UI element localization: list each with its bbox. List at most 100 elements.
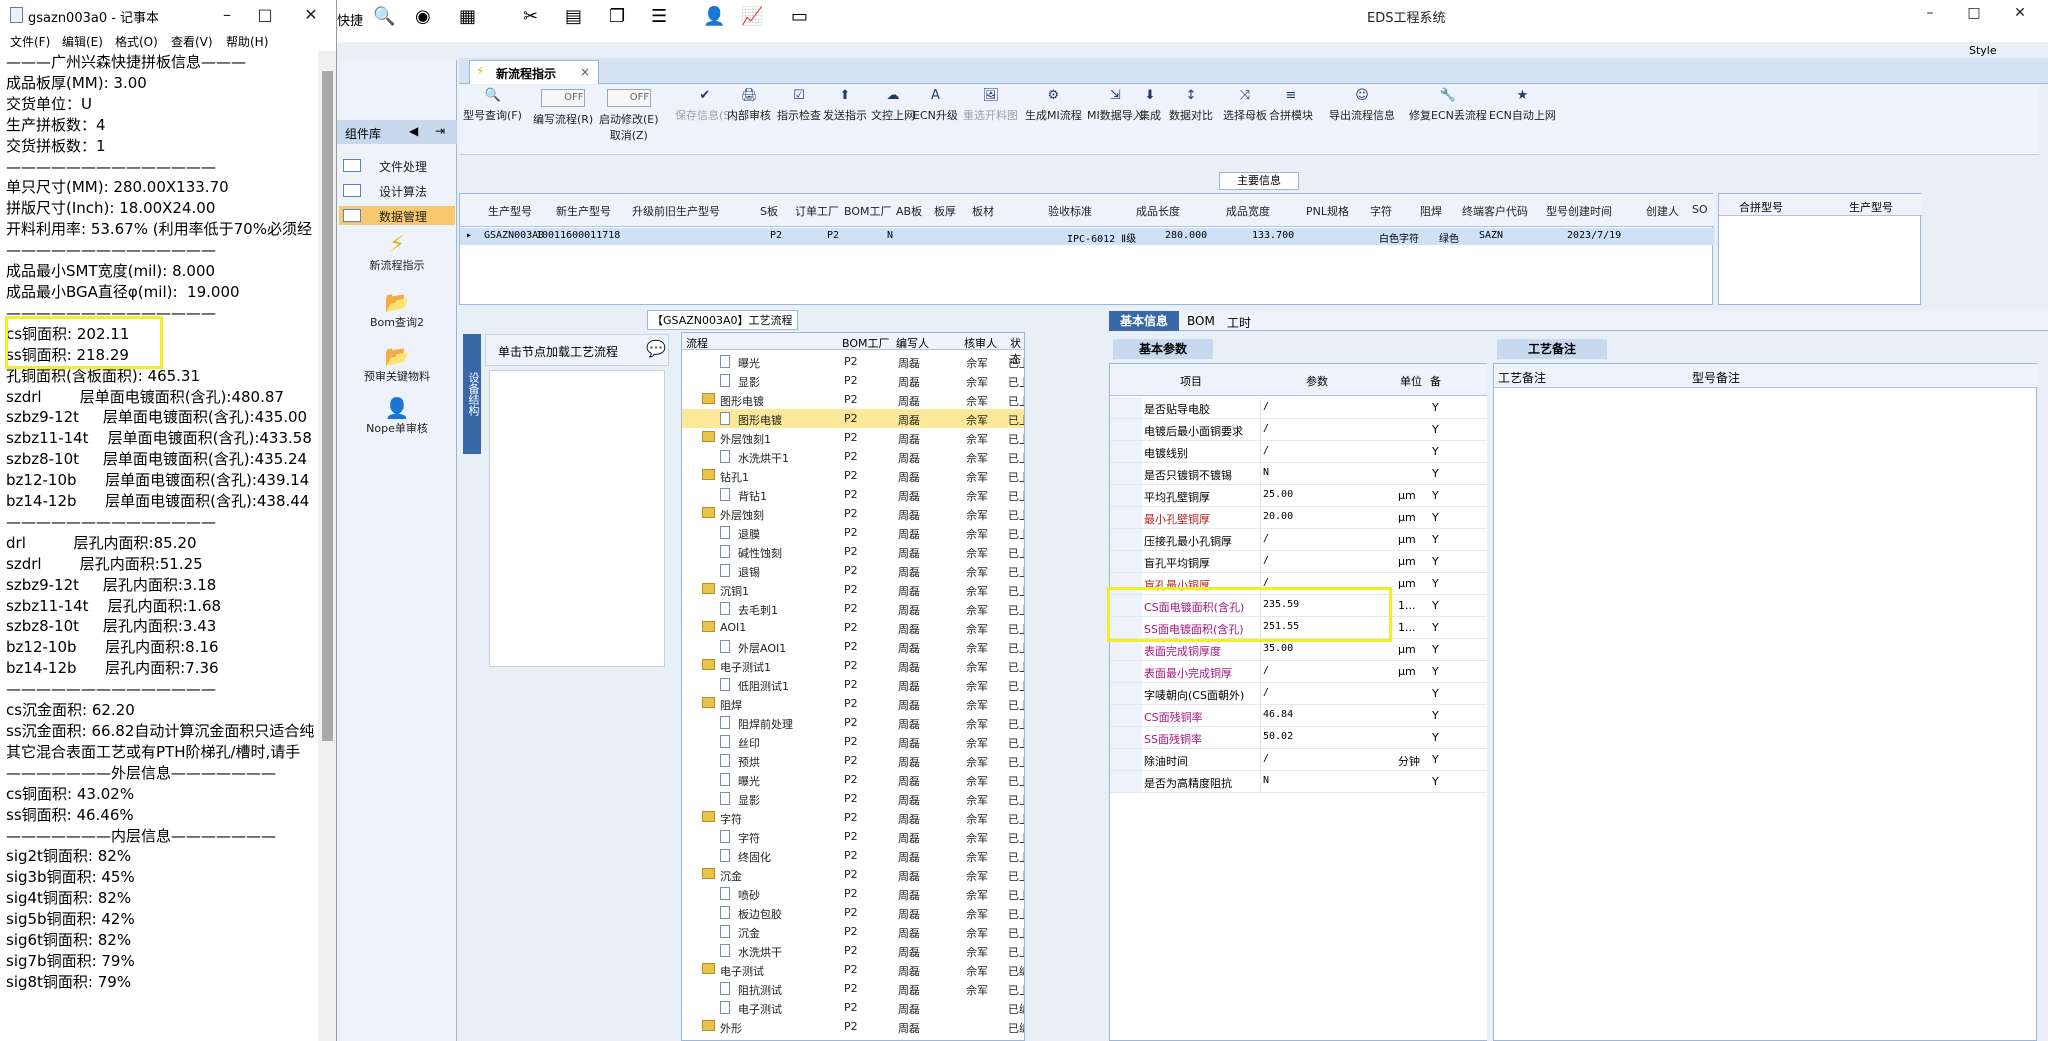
- toolbar-button-0[interactable]: 🔍 型号查询(F): [463, 89, 522, 123]
- tree-node[interactable]: 字符P2周磊佘军已上R: [682, 808, 1024, 827]
- column-header[interactable]: 成品宽度: [1226, 203, 1270, 219]
- film-icon[interactable]: ▤: [565, 6, 582, 27]
- column-header[interactable]: PNL规格: [1306, 203, 1349, 219]
- tree-node[interactable]: 去毛刺1P2周磊佘军已上R: [682, 599, 1024, 618]
- menu-view[interactable]: 查看(V): [171, 33, 213, 50]
- column-header[interactable]: 成品长度: [1136, 203, 1180, 219]
- tab-new-flow[interactable]: ⚡ 新流程指示 ×: [469, 60, 599, 84]
- close-icon[interactable]: ✕: [2005, 2, 2035, 24]
- tree-node[interactable]: 显影P2周磊佘军已上R: [682, 789, 1024, 808]
- tree-node[interactable]: 显影P2周磊佘军已上R: [682, 371, 1024, 390]
- tree-node[interactable]: 外层AOI1P2周磊佘军已上R: [682, 637, 1024, 656]
- column-header[interactable]: 升级前旧生产型号: [632, 203, 720, 219]
- side-tab-equipment[interactable]: 设备结构: [463, 334, 481, 454]
- toolbar-button-6[interactable]: ⬆ 发送指示: [823, 89, 867, 123]
- tree-node[interactable]: 电子测试P2周磊已编S: [682, 998, 1024, 1017]
- tree-node[interactable]: 图形电镀P2周磊佘军已上R: [682, 409, 1024, 428]
- tree-node[interactable]: 沉铜1P2周磊佘军已上R: [682, 580, 1024, 599]
- column-header[interactable]: 终端客户代码: [1462, 203, 1528, 219]
- style-selector[interactable]: Style: [1969, 44, 1997, 57]
- toolbar-button-12[interactable]: ⬇ 集成: [1139, 89, 1161, 123]
- tree-node[interactable]: 曝光P2周磊佘军已上R: [682, 770, 1024, 789]
- tree-node[interactable]: 低阻测试1P2周磊佘军已上R: [682, 675, 1024, 694]
- param-row[interactable]: 盲孔平均铜厚 / μm Y: [1110, 551, 1490, 573]
- nav-design-algorithm[interactable]: 设计算法: [339, 181, 455, 200]
- param-row[interactable]: 电镀后最小面铜要求 / Y: [1110, 419, 1490, 441]
- tree-node[interactable]: 背钻1P2周磊佘军已上R: [682, 485, 1024, 504]
- toggle-switch[interactable]: OFF: [606, 89, 651, 107]
- tree-node[interactable]: 退膜P2周磊佘军已上R: [682, 523, 1024, 542]
- search-icon[interactable]: 🔍: [373, 6, 395, 27]
- scrollbar-thumb[interactable]: [322, 71, 333, 741]
- param-row[interactable]: 平均孔壁铜厚 25.00 μm Y: [1110, 485, 1490, 507]
- toolbar-button-2[interactable]: OFF 启动修改(E) 取消(Z): [599, 89, 659, 143]
- column-header[interactable]: 新生产型号: [556, 203, 611, 219]
- column-header[interactable]: 字符: [1370, 203, 1392, 219]
- scissors-icon[interactable]: ✂: [523, 6, 538, 27]
- toolbar-button-18[interactable]: ★ ECN自动上网: [1489, 89, 1556, 123]
- tree-node[interactable]: 板边包胶P2周磊佘军已上R: [682, 903, 1024, 922]
- tab-bom[interactable]: BOM: [1187, 314, 1215, 328]
- nav-data-management[interactable]: 数据管理: [339, 206, 455, 225]
- tree-node[interactable]: 外层蚀刻1P2周磊佘军已上R: [682, 428, 1024, 447]
- minimize-icon[interactable]: –: [1915, 2, 1945, 24]
- tree-node[interactable]: 水洗烘干P2周磊佘军已上R: [682, 941, 1024, 960]
- tree-node[interactable]: 外形P2周磊已编S: [682, 1017, 1024, 1036]
- column-header[interactable]: S板: [760, 203, 778, 219]
- toolbar-button-3[interactable]: ✔ 保存信息(S): [675, 89, 735, 123]
- param-row[interactable]: 是否为高精度阻抗 N Y: [1110, 771, 1490, 793]
- column-header[interactable]: 型号创建时间: [1546, 203, 1612, 219]
- toolbar-button-7[interactable]: ☁ 文控上网: [871, 89, 915, 123]
- param-row[interactable]: 是否只镀铜不镀锡 N Y: [1110, 463, 1490, 485]
- chevron-left-icon[interactable]: ◀: [409, 124, 418, 138]
- tree-node[interactable]: 丝印P2周磊佘军已上R: [682, 732, 1024, 751]
- column-header[interactable]: 生产型号: [488, 203, 532, 219]
- tree-node[interactable]: 喷砂P2周磊佘军已上R: [682, 884, 1024, 903]
- globe-icon[interactable]: ◉: [415, 6, 431, 27]
- tree-node[interactable]: 电子测试P2周磊佘军已编S: [682, 960, 1024, 979]
- maximize-icon[interactable]: □: [1959, 2, 1989, 24]
- tab-work-hours[interactable]: 工时: [1227, 314, 1251, 331]
- column-header[interactable]: 板材: [972, 203, 994, 219]
- tree-node[interactable]: 字符P2周磊佘军已上R: [682, 827, 1024, 846]
- pin-icon[interactable]: ⇥: [435, 124, 445, 138]
- tree-node[interactable]: 沉金P2周磊佘军已上R: [682, 865, 1024, 884]
- toolbar-button-10[interactable]: ⚙ 生成MI流程: [1025, 89, 1082, 123]
- maximize-icon[interactable]: □: [250, 4, 280, 26]
- menu-help[interactable]: 帮助(H): [226, 33, 268, 50]
- toolbar-button-4[interactable]: 🖨 内部审核: [727, 89, 771, 123]
- toolbar-button-15[interactable]: ≡ 合拼模块: [1269, 89, 1313, 123]
- column-header[interactable]: 验收标准: [1048, 203, 1092, 219]
- param-row[interactable]: 表面最小完成铜厚 / μm Y: [1110, 661, 1490, 683]
- tree-node[interactable]: 沉金P2周磊佘军已上R: [682, 922, 1024, 941]
- toolbar-button-14[interactable]: ⤨ 选择母板: [1223, 89, 1267, 123]
- close-icon[interactable]: ×: [580, 65, 590, 79]
- notepad-scrollbar[interactable]: [318, 51, 336, 1041]
- tree-node[interactable]: 预烘P2周磊佘军已上R: [682, 751, 1024, 770]
- toolbar-button-16[interactable]: ☺ 导出流程信息: [1329, 89, 1395, 123]
- tree-node[interactable]: 终固化P2周磊佘军已上R: [682, 846, 1024, 865]
- param-row[interactable]: 除油时间 / 分钟 Y: [1110, 749, 1490, 771]
- menu-edit[interactable]: 编辑(E): [62, 33, 103, 50]
- toggle-switch[interactable]: OFF: [541, 89, 586, 107]
- tab-basic-info[interactable]: 基本信息: [1109, 311, 1179, 331]
- tool-new-flow[interactable]: ⚡ 新流程指示: [337, 232, 457, 273]
- toolbar-button-13[interactable]: ↕ 数据对比: [1169, 89, 1213, 123]
- param-row[interactable]: SS面残铜率 50.02 Y: [1110, 727, 1490, 749]
- minimize-icon[interactable]: –: [212, 4, 242, 26]
- chart-icon[interactable]: 📈: [741, 6, 763, 27]
- nav-file-processing[interactable]: 文件处理: [339, 156, 455, 175]
- grid-icon[interactable]: ▦: [459, 6, 476, 27]
- param-row[interactable]: 字唛朝向(CS面朝外) / Y: [1110, 683, 1490, 705]
- tree-node[interactable]: 外层蚀刻P2周磊佘军已上R: [682, 504, 1024, 523]
- param-row[interactable]: CS面残铜率 46.84 Y: [1110, 705, 1490, 727]
- param-row[interactable]: 电镀线别 / Y: [1110, 441, 1490, 463]
- param-row[interactable]: 是否贴导电胶 / Y: [1110, 397, 1490, 419]
- toolbar-button-11[interactable]: ⇲ MI数据导入: [1087, 89, 1144, 123]
- menu-file[interactable]: 文件(F): [10, 33, 50, 50]
- param-row[interactable]: 压接孔最小孔铜厚 / μm Y: [1110, 529, 1490, 551]
- param-row[interactable]: 表面完成铜厚度 35.00 μm Y: [1110, 639, 1490, 661]
- tree-node[interactable]: 图形电镀P2周磊佘军已上R: [682, 390, 1024, 409]
- user-icon[interactable]: 👤: [703, 6, 725, 27]
- column-header[interactable]: 创建人: [1646, 203, 1679, 219]
